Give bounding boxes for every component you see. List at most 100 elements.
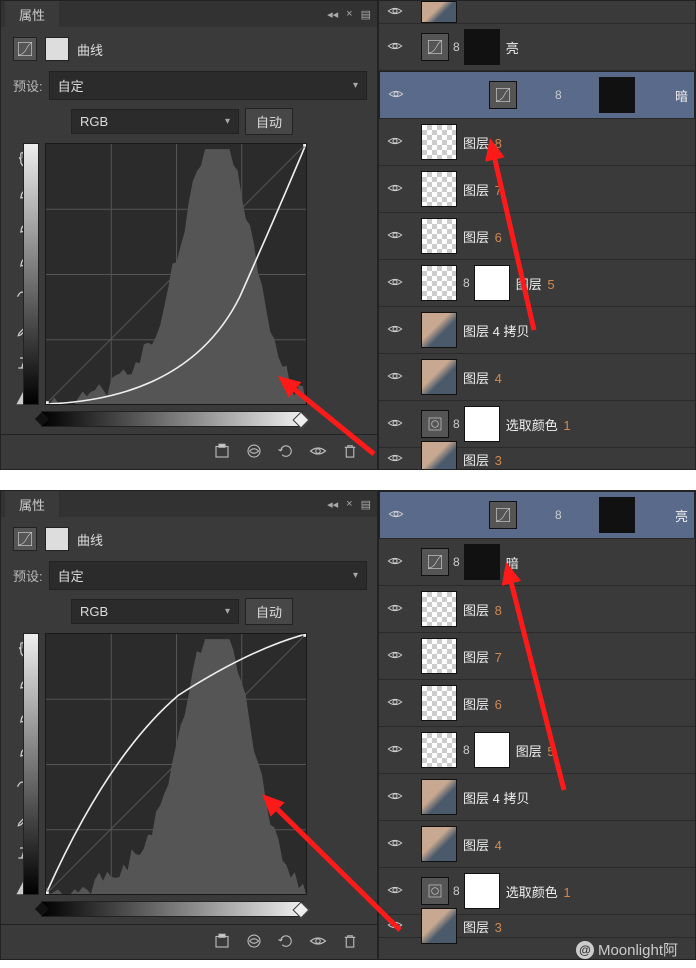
layer-name[interactable]: 图层 8 — [463, 600, 502, 619]
preset-select[interactable]: 自定▾ — [49, 71, 367, 100]
layer-row[interactable]: 图层 7 — [379, 166, 695, 213]
visibility-icon[interactable] — [309, 442, 327, 463]
adjustment-icon[interactable] — [421, 877, 449, 905]
visibility-toggle[interactable] — [383, 450, 407, 469]
link-icon[interactable]: 8 — [453, 417, 460, 431]
layer-name[interactable]: 亮 — [506, 38, 519, 57]
layer-mask-thumb[interactable] — [464, 29, 500, 65]
visibility-toggle[interactable] — [383, 415, 407, 434]
layer-name[interactable]: 选取颜色 1 — [506, 415, 571, 434]
panel-menu-icon[interactable]: ▤ — [361, 8, 371, 21]
channel-select[interactable]: RGB▾ — [71, 109, 239, 134]
layer-thumb[interactable] — [421, 441, 457, 470]
black-point-slider[interactable] — [35, 902, 49, 916]
reset-icon[interactable] — [277, 442, 295, 463]
adjustment-icon[interactable] — [489, 81, 517, 109]
layer-mask-thumb[interactable] — [474, 732, 510, 768]
layer-row[interactable]: 图层 7 — [379, 633, 695, 680]
layer-name[interactable]: 暗 — [506, 553, 519, 572]
auto-button[interactable]: 自动 — [245, 598, 293, 625]
visibility-toggle[interactable] — [383, 133, 407, 152]
layer-row[interactable]: 8 亮 — [379, 24, 695, 71]
toggle-preview-icon[interactable] — [245, 442, 263, 463]
layer-row[interactable]: 图层 3 — [379, 448, 695, 470]
link-icon[interactable]: 8 — [555, 88, 562, 102]
layer-thumb[interactable] — [421, 685, 457, 721]
visibility-toggle[interactable] — [383, 227, 407, 246]
layer-thumb[interactable] — [421, 265, 457, 301]
layer-name[interactable]: 图层 5 — [516, 274, 555, 293]
visibility-toggle[interactable] — [383, 553, 407, 572]
white-point-slider[interactable] — [293, 902, 310, 919]
layer-name[interactable]: 图层 7 — [463, 647, 502, 666]
layer-mask-thumb[interactable] — [599, 497, 635, 533]
layer-thumb[interactable] — [421, 826, 457, 862]
visibility-toggle[interactable] — [383, 321, 407, 340]
layer-name[interactable]: 图层 6 — [463, 694, 502, 713]
adjustment-icon[interactable] — [421, 548, 449, 576]
delete-icon[interactable] — [341, 442, 359, 463]
layer-row[interactable]: 8 暗 — [379, 71, 695, 119]
toggle-preview-icon[interactable] — [245, 932, 263, 953]
visibility-toggle[interactable] — [383, 788, 407, 807]
layer-name[interactable]: 图层 8 — [463, 133, 502, 152]
properties-tab[interactable]: 属性 — [5, 491, 59, 518]
layer-row[interactable]: 图层 8 — [379, 119, 695, 166]
link-icon[interactable]: 8 — [453, 884, 460, 898]
layer-thumb[interactable] — [421, 218, 457, 254]
panel-collapse-icon[interactable]: ◂◂ — [327, 8, 338, 21]
panel-collapse-icon[interactable]: ◂◂ — [327, 498, 338, 511]
layer-row[interactable]: 图层 4 — [379, 821, 695, 868]
layer-mask-thumb[interactable] — [464, 873, 500, 909]
layer-mask-thumb[interactable] — [474, 265, 510, 301]
layer-row[interactable]: 图层 4 — [379, 354, 695, 401]
link-icon[interactable]: 8 — [463, 276, 470, 290]
channel-select[interactable]: RGB▾ — [71, 599, 239, 624]
preset-select[interactable]: 自定▾ — [49, 561, 367, 590]
visibility-toggle[interactable] — [383, 368, 407, 387]
visibility-toggle[interactable] — [383, 274, 407, 293]
curves-graph[interactable] — [45, 143, 307, 405]
layer-row[interactable]: 图层 6 — [379, 680, 695, 727]
link-icon[interactable]: 8 — [555, 508, 562, 522]
visibility-toggle[interactable] — [384, 506, 408, 525]
layer-row[interactable]: 图层 4 拷贝 — [379, 774, 695, 821]
visibility-toggle[interactable] — [383, 180, 407, 199]
visibility-toggle[interactable] — [383, 38, 407, 57]
layer-thumb[interactable] — [421, 1, 457, 23]
clip-to-layer-icon[interactable] — [213, 442, 231, 463]
layer-row[interactable]: 8 亮 — [379, 491, 695, 539]
layer-thumb[interactable] — [421, 732, 457, 768]
layer-thumb[interactable] — [421, 359, 457, 395]
layer-thumb[interactable] — [421, 171, 457, 207]
white-point-slider[interactable] — [293, 412, 310, 429]
curves-graph[interactable] — [45, 633, 307, 895]
layer-name[interactable]: 图层 4 拷贝 — [463, 321, 529, 340]
layer-row[interactable]: 8 暗 — [379, 539, 695, 586]
adjustment-icon[interactable] — [421, 33, 449, 61]
visibility-toggle[interactable] — [383, 917, 407, 936]
clip-to-layer-icon[interactable] — [213, 932, 231, 953]
layer-row[interactable]: 图层 6 — [379, 213, 695, 260]
layer-name[interactable]: 选取颜色 1 — [506, 882, 571, 901]
auto-button[interactable]: 自动 — [245, 108, 293, 135]
panel-close-icon[interactable]: × — [346, 8, 352, 21]
link-icon[interactable]: 8 — [463, 743, 470, 757]
layer-name[interactable]: 图层 4 — [463, 835, 502, 854]
mask-icon[interactable] — [45, 37, 69, 61]
adjustment-icon[interactable] — [421, 410, 449, 438]
layer-mask-thumb[interactable] — [464, 544, 500, 580]
layer-mask-thumb[interactable] — [464, 406, 500, 442]
visibility-toggle[interactable] — [383, 600, 407, 619]
black-point-slider[interactable] — [35, 412, 49, 426]
layer-name[interactable]: 图层 3 — [463, 450, 502, 469]
visibility-toggle[interactable] — [383, 647, 407, 666]
layer-name[interactable]: 图层 4 — [463, 368, 502, 387]
layer-name[interactable]: 图层 5 — [516, 741, 555, 760]
layer-mask-thumb[interactable] — [599, 77, 635, 113]
layer-name[interactable]: 亮 — [675, 506, 688, 525]
layer-thumb[interactable] — [421, 312, 457, 348]
layer-name[interactable]: 图层 7 — [463, 180, 502, 199]
layer-row[interactable]: 图层 8 — [379, 586, 695, 633]
properties-tab[interactable]: 属性 — [5, 1, 59, 28]
